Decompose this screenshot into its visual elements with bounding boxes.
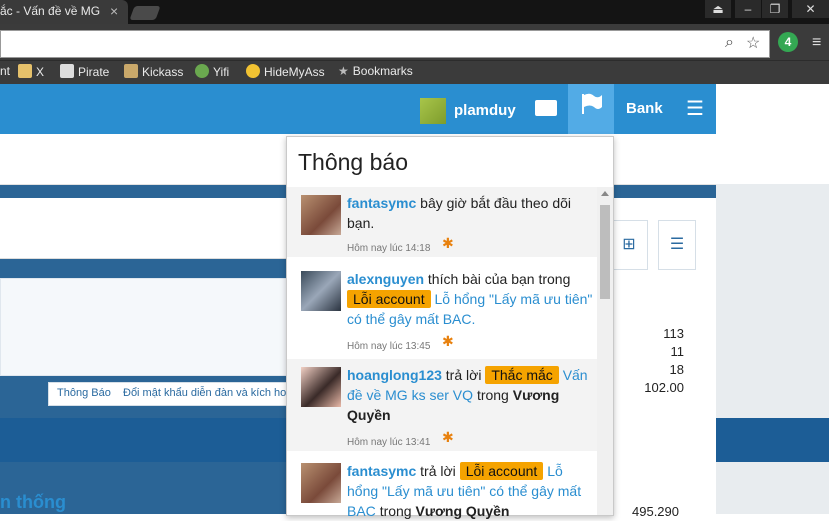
notification-user[interactable]: hoanglong123 — [347, 367, 442, 383]
section-title: n thống — [0, 492, 66, 512]
notification-user[interactable]: alexnguyen — [347, 271, 424, 287]
thread-prefix-tag[interactable]: Lỗi account — [347, 290, 431, 308]
crumb-link[interactable]: Thông Báo — [57, 387, 111, 399]
popup-title: Thông báo — [298, 149, 408, 175]
folder-icon — [18, 64, 32, 78]
notification-time: Hôm nay lúc 13:41 — [347, 437, 431, 448]
bookmark-item[interactable]: Pirate — [60, 64, 109, 79]
bookmarks-bar: nt X Pirate Kickass Yifi HideMyAss ★ Book… — [0, 60, 829, 85]
notification-list: fantasymc bây giờ bắt đầu theo dõi bạn. … — [287, 187, 597, 519]
mail-icon[interactable] — [535, 100, 557, 116]
toolbar: ⌕ ☆ 4 ≡ — [0, 24, 829, 60]
pirate-icon — [60, 64, 74, 78]
forum-top-nav: plamduy Bank ☰ — [0, 84, 716, 134]
sidebar-panel: ⊞ ☰ 113 11 18 102.00 — [610, 198, 716, 514]
zoom-icon[interactable]: ⌕ — [725, 34, 734, 52]
notification-user[interactable]: fantasymc — [347, 463, 416, 479]
extension-icon[interactable]: 4 — [778, 32, 798, 52]
bookmark-item[interactable]: nt — [0, 64, 10, 78]
notification-item[interactable]: hoanglong123 trả lời Thắc mắc Vấn đề về … — [287, 359, 597, 451]
notification-item[interactable]: fantasymc trả lời Lỗi account Lỗ hổng "L… — [287, 455, 597, 519]
chrome-menu-icon[interactable]: ≡ — [812, 34, 821, 52]
notification-text: fantasymc trả lời Lỗi account Lỗ hổng "L… — [347, 461, 593, 521]
sitemap-icon[interactable]: ⊞ — [610, 220, 648, 270]
scrollbar[interactable] — [597, 187, 613, 515]
notification-connector: trong — [379, 503, 412, 519]
bookmark-item[interactable]: HideMyAss — [246, 64, 325, 79]
notifications-popup: Thông báo fantasymc bây giờ bắt đầu theo… — [286, 136, 614, 519]
alerts-button[interactable] — [568, 84, 614, 134]
new-star-icon: ✱ — [442, 235, 454, 251]
crumb-link[interactable]: Đổi mật khẩu diễn đàn và kích hoạ — [123, 387, 292, 399]
notification-time: Hôm nay lúc 14:18 — [347, 243, 431, 254]
list-icon[interactable]: ☰ — [658, 220, 696, 270]
notification-text: hoanglong123 trả lời Thắc mắc Vấn đề về … — [347, 365, 593, 425]
hamburger-menu-icon[interactable]: ☰ — [686, 96, 704, 121]
right-margin — [716, 184, 829, 514]
kickass-icon — [124, 64, 138, 78]
close-tab-icon[interactable]: × — [110, 3, 118, 19]
notification-connector: trong — [476, 387, 509, 403]
bookmark-item[interactable]: ★ Bookmarks — [338, 64, 413, 78]
browser-tab[interactable]: ắc - Vấn đề về MG × — [0, 0, 128, 24]
thread-prefix-tag[interactable]: Thắc mắc — [485, 366, 559, 384]
breadcrumb: Thông Báo Đổi mật khẩu diễn đàn và kích … — [48, 382, 292, 406]
notification-item[interactable]: alexnguyen thích bài của bạn trong Lỗi a… — [287, 263, 597, 355]
stat-value: 11 — [670, 344, 685, 359]
notification-action: trả lời — [445, 367, 482, 383]
nav-username: plamduy — [454, 102, 516, 119]
notification-action: thích bài của bạn trong — [427, 271, 571, 287]
close-window-button[interactable]: ✕ — [792, 0, 829, 18]
bank-link[interactable]: Bank — [626, 100, 663, 117]
new-star-icon: ✱ — [442, 333, 454, 349]
stat-value: 18 — [669, 362, 684, 377]
stat-value: 113 — [663, 326, 684, 341]
restore-button[interactable]: ❐ — [762, 0, 788, 18]
avatar[interactable] — [301, 463, 341, 503]
notification-action: trả lời — [420, 463, 456, 479]
browser-titlebar: ắc - Vấn đề về MG × ⏏ – ❐ ✕ — [0, 0, 829, 24]
bookmarks-star-icon: ★ — [338, 64, 349, 78]
avatar[interactable] — [301, 195, 341, 235]
thread-owner[interactable]: Vương Quyền — [416, 503, 510, 519]
notification-text: alexnguyen thích bài của bạn trong Lỗi a… — [347, 269, 593, 329]
minimize-button[interactable]: – — [735, 0, 761, 18]
new-tab-button[interactable] — [129, 6, 161, 20]
flag-icon — [582, 93, 602, 114]
notification-time: Hôm nay lúc 13:45 — [347, 341, 431, 352]
stat-value: 495.290 — [632, 504, 679, 519]
tab-title: ắc - Vấn đề về MG — [0, 4, 101, 18]
notification-text: fantasymc bây giờ bắt đầu theo dõi bạn. — [347, 193, 593, 233]
user-icon[interactable]: ⏏ — [705, 0, 731, 18]
stat-value: 102.00 — [644, 380, 684, 395]
new-star-icon: ✱ — [442, 429, 454, 445]
notification-user[interactable]: fantasymc — [347, 195, 416, 211]
yifi-icon — [195, 64, 209, 78]
notification-item[interactable]: fantasymc bây giờ bắt đầu theo dõi bạn. … — [287, 187, 597, 257]
star-bookmark-icon[interactable]: ☆ — [746, 33, 760, 53]
thread-prefix-tag[interactable]: Lỗi account — [459, 462, 544, 480]
bookmark-item[interactable]: X — [18, 64, 44, 79]
avatar[interactable] — [301, 271, 341, 311]
scroll-up-icon[interactable] — [601, 191, 609, 196]
scroll-thumb[interactable] — [600, 205, 610, 299]
bookmark-item[interactable]: Yifi — [195, 64, 229, 79]
address-bar[interactable]: ⌕ ☆ — [0, 30, 770, 58]
hidemyass-icon — [246, 64, 260, 78]
bookmark-item[interactable]: Kickass — [124, 64, 183, 79]
avatar[interactable] — [301, 367, 341, 407]
avatar — [420, 98, 446, 124]
